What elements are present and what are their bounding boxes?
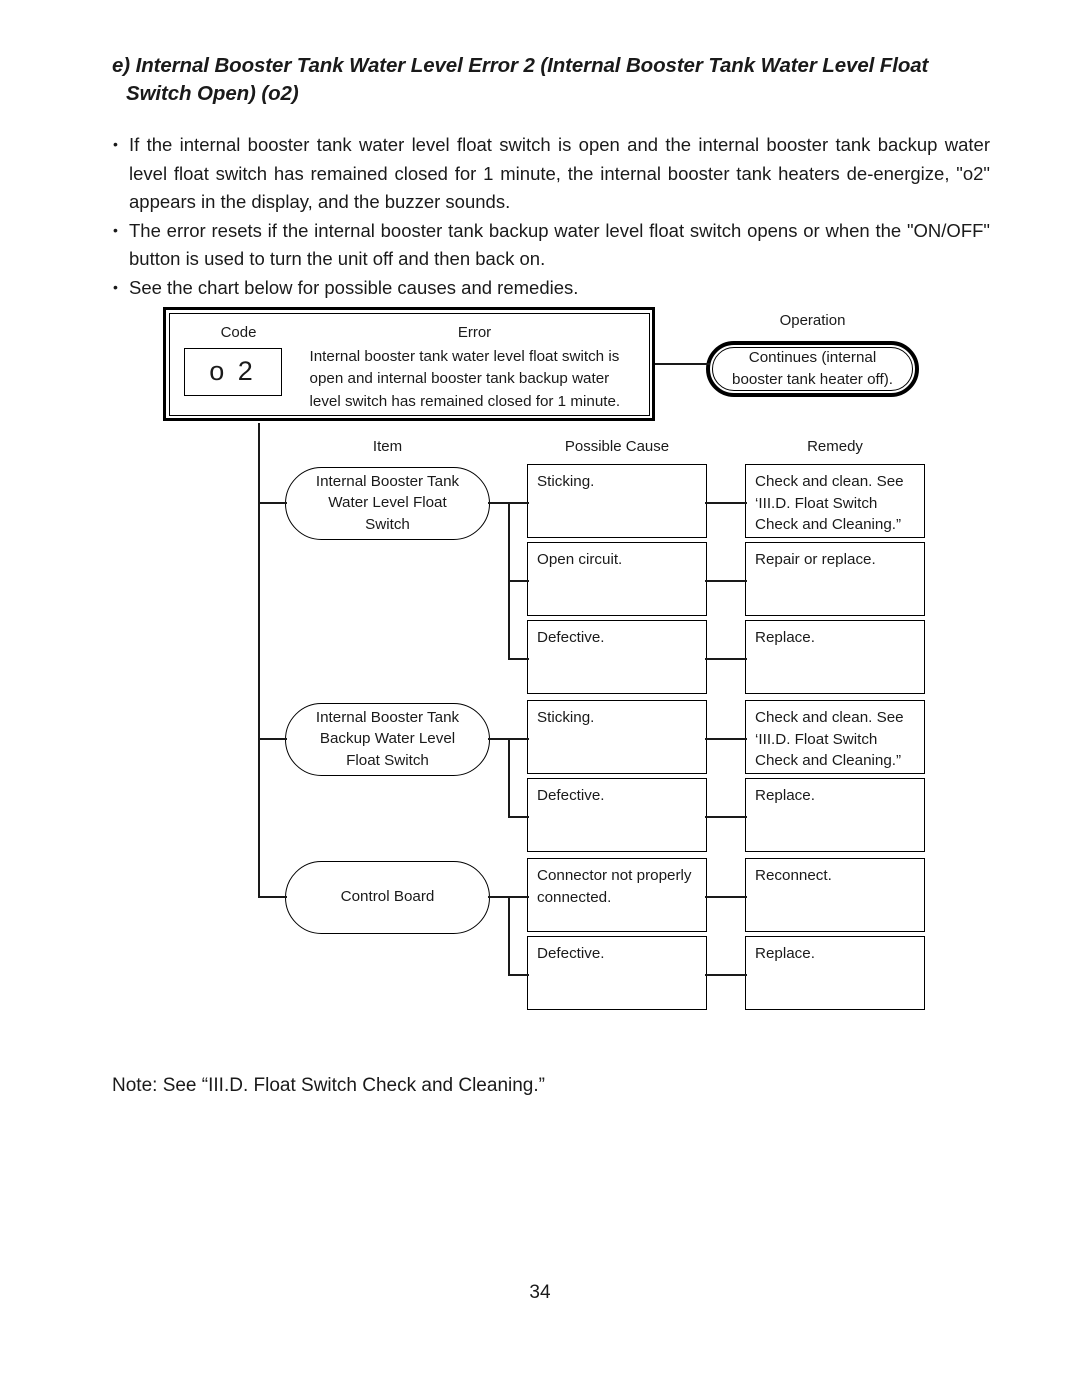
item-text: Internal Booster Tank Water Level Float Sw… [316,471,459,536]
remedy-line: ‘III.D. Float Switch [755,730,878,748]
error-code-block-inner: Code Error o 2 Internal booster tank water … [168,312,650,416]
possible-cause-cell: Defective. [527,936,707,1010]
code-column-header: Code [220,323,257,341]
item-box: Control Board [285,860,490,934]
connector-line [705,896,747,898]
connector-line [508,738,510,818]
page-number: 34 [529,1282,551,1303]
item-text-line: Switch [365,515,410,533]
note-text: Note: See “III.D. Float Switch Check and… [112,1075,545,1096]
remedy-line: Check and Cleaning.” [755,752,902,770]
connector-line [655,363,710,365]
error-code-value-box: o 2 [183,347,282,396]
connector-line [705,816,747,818]
connector-line [705,580,747,582]
possible-cause-cell: Connector not properly connected. [527,858,707,932]
remedy-cell: Check and clean. See ‘III.D. Float Switch… [745,464,925,538]
operation-text: Continues (internal booster tank heater o… [732,347,893,390]
operation-column-header: Operation [779,312,846,329]
remedy-line: ‘III.D. Float Switch [755,494,878,512]
remedy-line: Replace. [755,629,815,646]
possible-cause-cell: Defective. [527,778,707,852]
connector-line [258,423,260,898]
connector-line [508,738,529,740]
remedy-line: Check and clean. See [755,473,904,490]
remedy-line: Reconnect. [755,867,832,884]
connector-line [508,502,510,660]
item-text-line: Water Level Float [328,494,447,512]
connector-line [508,580,529,582]
bullet-item: See the chart below for possible causes … [110,274,990,303]
operation-text-line: Continues (internal [748,349,877,367]
item-text-line: Backup Water Level [319,730,456,748]
possible-cause-column-header: Possible Cause [564,438,670,455]
possible-cause-line: Defective. [537,787,605,804]
possible-cause-cell: Defective. [527,620,707,694]
remedy-cell: Replace. [745,778,925,852]
item-column-header: Item [372,438,403,455]
remedy-cell: Replace. [745,936,925,1010]
connector-line [508,502,529,504]
error-description-line: level switch has remained closed for 1 m… [309,392,621,410]
connector-line [508,658,529,660]
remedy-line: Check and Cleaning.” [755,516,902,534]
error-description: Internal booster tank water level float … [310,346,650,414]
error-description-line: Internal booster tank water level float … [309,347,620,365]
connector-line [488,502,510,504]
error-code-value: o 2 [209,356,256,386]
operation-box-inner: Continues (internal booster tank heater o… [712,347,913,391]
possible-cause-cell: Sticking. [527,464,707,538]
possible-cause-line: Defective. [537,629,605,646]
connector-line [705,974,747,976]
item-text-line: Control Board [340,888,435,906]
item-box: Internal Booster Tank Backup Water Level F… [285,702,490,776]
connector-line [258,896,287,898]
bullet-list: If the internal booster tank water level… [110,131,990,302]
page-title-line-2: Switch Open) (o2) [126,82,299,106]
error-description-line: open and internal booster tank backup wa… [309,370,610,387]
remedy-line: Check and clean. See [755,709,904,726]
possible-cause-line: Sticking. [537,709,595,726]
item-text: Control Board [341,886,435,908]
possible-cause-line: Defective. [537,945,605,962]
remedy-cell: Reconnect. [745,858,925,932]
possible-cause-line: connected. [537,888,612,906]
connector-line [705,658,747,660]
connector-line [488,896,510,898]
error-code-block: Code Error o 2 Internal booster tank water … [163,307,655,421]
bullet-item: The error resets if the internal booster… [110,217,990,274]
connector-line [258,738,287,740]
remedy-cell: Repair or replace. [745,542,925,616]
item-text: Internal Booster Tank Backup Water Level F… [316,707,459,772]
item-text-line: Internal Booster Tank [315,708,460,726]
bullet-item: If the internal booster tank water level… [110,131,990,217]
possible-cause-line: Connector not properly [537,867,692,884]
remedy-line: Repair or replace. [755,551,876,568]
operation-text-line: booster tank heater off). [732,371,893,388]
connector-line [508,816,529,818]
connector-line [705,502,747,504]
remedy-cell: Replace. [745,620,925,694]
remedy-line: Replace. [755,787,815,804]
error-column-header: Error [457,323,492,341]
connector-line [508,974,529,976]
remedy-column-header: Remedy [807,438,863,455]
connector-line [508,896,529,898]
possible-cause-cell: Open circuit. [527,542,707,616]
item-text-line: Internal Booster Tank [315,472,460,490]
item-box: Internal Booster Tank Water Level Float Sw… [285,466,490,540]
connector-line [705,738,747,740]
possible-cause-line: Open circuit. [537,551,623,568]
possible-cause-cell: Sticking. [527,700,707,774]
connector-line [258,502,287,504]
connector-line [508,896,510,976]
remedy-line: Replace. [755,945,815,962]
remedy-cell: Check and clean. See ‘III.D. Float Switch… [745,700,925,774]
connector-line [488,738,510,740]
item-text-line: Float Switch [346,751,429,769]
operation-box: Continues (internal booster tank heater o… [706,341,919,397]
page-title-line-1: e) Internal Booster Tank Water Level Err… [112,54,929,77]
page-title: e) Internal Booster Tank Water Level Err… [112,52,990,109]
possible-cause-line: Sticking. [537,473,595,490]
